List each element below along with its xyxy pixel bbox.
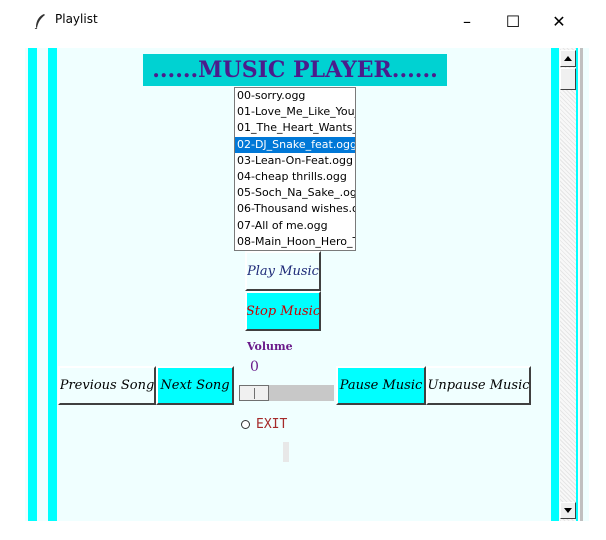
playlist-item[interactable]: 01_The_Heart_Wants_V bbox=[235, 120, 355, 136]
playlist-item[interactable]: 07-All of me.ogg bbox=[235, 218, 355, 234]
close-button[interactable]: ✕ bbox=[536, 8, 582, 34]
minimize-button[interactable]: – bbox=[444, 8, 490, 34]
volume-value: 0 bbox=[250, 359, 259, 375]
exit-label: EXIT bbox=[256, 417, 288, 432]
playlist-item[interactable]: 05-Soch_Na_Sake_.ogg bbox=[235, 185, 355, 201]
volume-slider-handle[interactable] bbox=[239, 385, 269, 401]
small-divider bbox=[283, 442, 289, 462]
playlist-item[interactable]: 04-cheap thrills.ogg bbox=[235, 169, 355, 185]
playlist-item[interactable]: 00-sorry.ogg bbox=[235, 88, 355, 104]
volume-label: Volume bbox=[247, 340, 293, 353]
music-player-header: ......MUSIC PLAYER...... bbox=[143, 54, 447, 86]
previous-song-button[interactable]: Previous Song bbox=[58, 366, 156, 405]
next-song-button[interactable]: Next Song bbox=[156, 366, 234, 405]
maximize-button[interactable]: ☐ bbox=[490, 8, 536, 34]
radio-circle-icon[interactable] bbox=[241, 420, 250, 429]
vertical-scrollbar[interactable] bbox=[560, 48, 576, 521]
scroll-thumb[interactable] bbox=[560, 68, 576, 90]
playlist-item[interactable]: 06-Thousand wishes.o bbox=[235, 201, 355, 217]
window-title: Playlist bbox=[55, 12, 98, 26]
right-inner-bar bbox=[551, 48, 559, 521]
playlist-item[interactable]: 03-Lean-On-Feat.ogg bbox=[235, 153, 355, 169]
volume-control: Volume 0 bbox=[236, 335, 336, 407]
stop-music-button[interactable]: Stop Music bbox=[245, 291, 321, 331]
pause-music-button[interactable]: Pause Music bbox=[336, 366, 426, 405]
left-inner-bar bbox=[48, 48, 57, 521]
scroll-up-button[interactable] bbox=[560, 50, 576, 67]
title-bar: Playlist – ☐ ✕ bbox=[0, 0, 606, 40]
feather-icon bbox=[34, 14, 45, 29]
play-music-button[interactable]: Play Music bbox=[245, 251, 321, 291]
arrow-down-icon bbox=[564, 508, 572, 513]
playlist-item[interactable]: 01-Love_Me_Like_You_ bbox=[235, 104, 355, 120]
volume-slider[interactable] bbox=[239, 385, 334, 401]
left-outer-bar bbox=[28, 48, 37, 521]
arrow-up-icon bbox=[564, 56, 572, 61]
exit-radio[interactable]: EXIT bbox=[241, 417, 287, 432]
unpause-music-button[interactable]: Unpause Music bbox=[426, 366, 531, 405]
client-area: ......MUSIC PLAYER...... 00-sorry.ogg 01-… bbox=[25, 48, 589, 521]
window-border bbox=[580, 48, 583, 521]
playlist-item[interactable]: 02-DJ_Snake_feat.ogg bbox=[235, 136, 355, 153]
playlist-listbox[interactable]: 00-sorry.ogg 01-Love_Me_Like_You_ 01_The_H… bbox=[234, 87, 356, 251]
playlist-item[interactable]: 08-Main_Hoon_Hero_T bbox=[235, 234, 355, 250]
scroll-down-button[interactable] bbox=[560, 502, 576, 519]
